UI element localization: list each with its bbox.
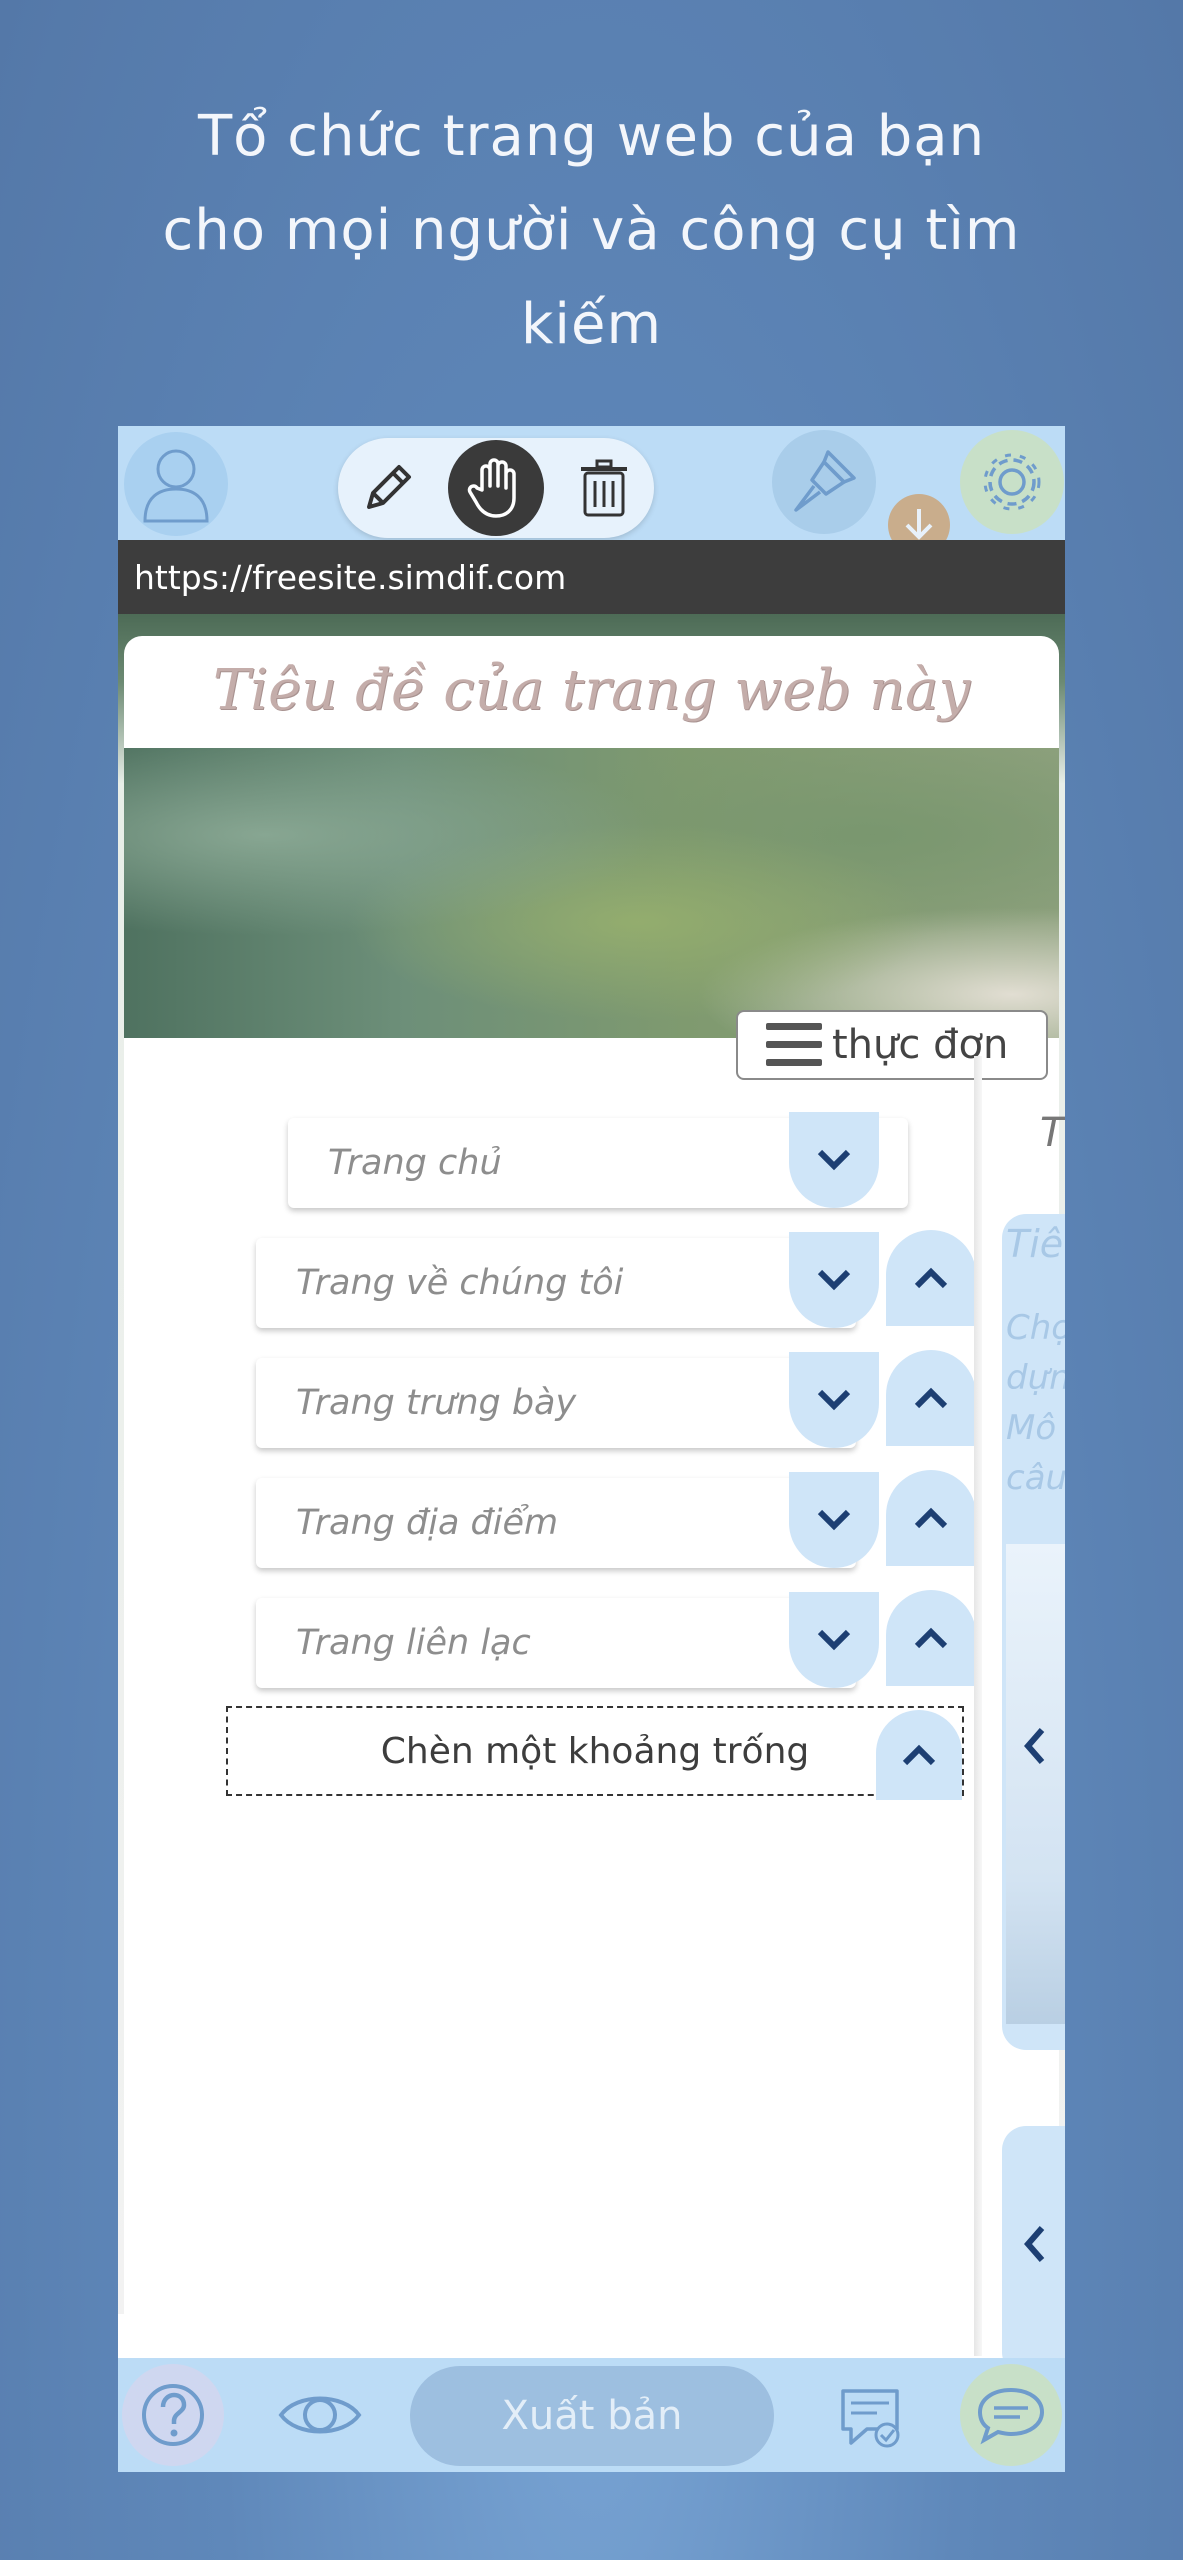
- review-icon: [841, 2389, 900, 2448]
- page-row-gallery[interactable]: Trang trưng bày: [256, 1358, 856, 1448]
- user-icon: [143, 449, 209, 523]
- headline: Tổ chức trang web của bạn cho mọi người …: [0, 90, 1183, 372]
- preview-text-line: câu: [1006, 1458, 1065, 1498]
- hand-icon: [467, 458, 516, 518]
- header-image[interactable]: [124, 748, 1059, 1038]
- page-label: Trang về chúng tôi: [296, 1263, 624, 1303]
- chevron-left-icon: [1024, 2226, 1045, 2262]
- preview-block-2[interactable]: [1002, 2126, 1065, 2376]
- preview-text-line: Chọ: [1006, 1308, 1065, 1348]
- hamburger-icon: [766, 1023, 822, 1067]
- help-button[interactable]: [122, 2364, 224, 2466]
- preview-text-line: Mô: [1006, 1408, 1057, 1448]
- review-button[interactable]: [830, 2378, 910, 2458]
- preview-prev-button[interactable]: [1020, 2222, 1048, 2270]
- move-down-button[interactable]: [789, 1112, 879, 1208]
- headline-line-1: Tổ chức trang web của bạn: [197, 104, 986, 169]
- move-down-button[interactable]: [789, 1352, 879, 1448]
- preview-prev-button[interactable]: [1020, 1724, 1048, 1772]
- app-screen: https://freesite.simdif.com Tiêu đề của …: [118, 426, 1065, 2472]
- page-row-location[interactable]: Trang địa điểm: [256, 1478, 856, 1568]
- chevron-up-icon: [914, 1387, 948, 1409]
- design-button[interactable]: [772, 430, 876, 534]
- chevron-left-icon: [1024, 1728, 1045, 1764]
- delete-mode-button[interactable]: [556, 440, 652, 536]
- chevron-down-icon: [817, 1149, 851, 1171]
- move-up-button[interactable]: [876, 1710, 962, 1800]
- chevron-up-icon: [914, 1267, 948, 1289]
- chevron-up-icon: [914, 1627, 948, 1649]
- page-label: Trang địa điểm: [296, 1503, 559, 1543]
- headline-line-2: cho mọi người và công cụ tìm: [162, 198, 1021, 263]
- gear-icon: [983, 453, 1041, 511]
- chevron-down-icon: [817, 1389, 851, 1411]
- trash-icon: [581, 459, 627, 517]
- move-up-button[interactable]: [886, 1470, 976, 1566]
- headline-line-3: kiếm: [521, 292, 662, 357]
- preview-divider: [974, 1056, 982, 2356]
- eye-icon: [278, 2396, 362, 2434]
- chat-icon: [977, 2387, 1045, 2445]
- move-up-button[interactable]: [886, 1590, 976, 1686]
- page-row-contact[interactable]: Trang liên lạc: [256, 1598, 856, 1688]
- site-preview-card: Tiêu đề của trang web này thực đơn Trang…: [124, 636, 1065, 2376]
- chevron-up-icon: [914, 1507, 948, 1529]
- publish-label: Xuất bản: [501, 2393, 683, 2439]
- help-icon: [142, 2384, 204, 2446]
- page-label: Trang trưng bày: [296, 1383, 577, 1423]
- edit-mode-button[interactable]: [340, 440, 436, 536]
- top-toolbar: [118, 426, 1065, 556]
- chevron-up-icon: [902, 1744, 936, 1766]
- user-button[interactable]: [124, 432, 228, 536]
- site-title[interactable]: Tiêu đề của trang web này: [124, 658, 1059, 723]
- paint-brush-icon: [794, 450, 856, 512]
- preview-button[interactable]: [270, 2378, 370, 2452]
- site-url: https://freesite.simdif.com: [134, 557, 567, 597]
- chat-button[interactable]: [960, 2364, 1062, 2466]
- pencil-icon: [367, 465, 411, 509]
- preview-heading: T: [1040, 1110, 1065, 1156]
- chevron-down-icon: [817, 1629, 851, 1651]
- preview-text-line: dựn: [1006, 1358, 1065, 1398]
- settings-button[interactable]: [960, 430, 1064, 534]
- preview-block-title: Tiê: [1006, 1222, 1064, 1266]
- bottom-toolbar: Xuất bản: [118, 2358, 1065, 2472]
- preview-text-block[interactable]: Tiê Chọ dựn Mô câu: [1002, 1214, 1065, 2050]
- page-label: Trang liên lạc: [296, 1623, 531, 1663]
- page-label: Trang chủ: [328, 1143, 502, 1183]
- insert-space-button[interactable]: Chèn một khoảng trống: [226, 1706, 964, 1796]
- move-down-button[interactable]: [789, 1232, 879, 1328]
- download-icon: [905, 509, 933, 540]
- move-up-button[interactable]: [886, 1350, 976, 1446]
- url-bar: https://freesite.simdif.com: [118, 540, 1065, 614]
- preview-image: [1006, 1544, 1065, 2024]
- chevron-down-icon: [817, 1509, 851, 1531]
- menu-button[interactable]: thực đơn: [736, 1010, 1048, 1080]
- publish-button[interactable]: Xuất bản: [410, 2366, 774, 2466]
- move-up-button[interactable]: [886, 1230, 976, 1326]
- move-mode-button[interactable]: [448, 440, 544, 536]
- insert-space-label: Chèn một khoảng trống: [380, 1730, 810, 1772]
- chevron-down-icon: [817, 1269, 851, 1291]
- mode-selector: [338, 438, 654, 538]
- move-down-button[interactable]: [789, 1592, 879, 1688]
- move-down-button[interactable]: [789, 1472, 879, 1568]
- page-row-about[interactable]: Trang về chúng tôi: [256, 1238, 856, 1328]
